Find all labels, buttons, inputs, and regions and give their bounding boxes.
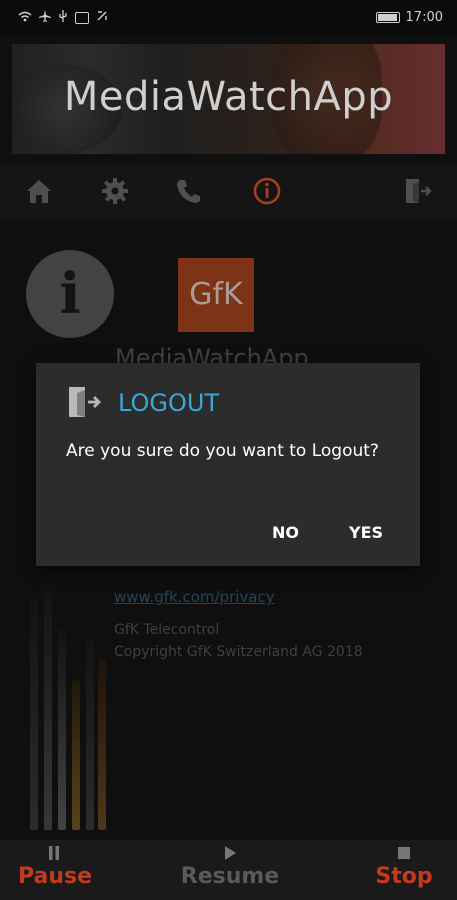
wifi-icon bbox=[18, 11, 32, 26]
pause-icon bbox=[49, 846, 59, 860]
resume-button[interactable]: Resume bbox=[180, 846, 280, 889]
notification-icon bbox=[75, 12, 89, 24]
stop-icon bbox=[398, 847, 410, 859]
resume-label: Resume bbox=[180, 864, 280, 889]
no-button[interactable]: NO bbox=[272, 523, 299, 542]
data-saver-icon bbox=[96, 10, 108, 26]
airplane-icon bbox=[39, 10, 51, 26]
status-icons-left bbox=[18, 10, 108, 26]
usb-icon bbox=[58, 10, 68, 26]
stop-label: Stop bbox=[375, 864, 433, 889]
app-title: MediaWatchApp bbox=[63, 74, 394, 120]
stop-button[interactable]: Stop bbox=[372, 846, 436, 889]
pause-button[interactable]: Pause bbox=[18, 846, 93, 889]
battery-icon bbox=[375, 12, 400, 23]
yes-button[interactable]: YES bbox=[349, 523, 383, 542]
bottom-control-bar: Pause Resume Stop bbox=[0, 840, 457, 900]
logout-dialog: LOGOUT Are you sure do you want to Logou… bbox=[36, 363, 420, 566]
status-bar: 17:00 bbox=[0, 0, 457, 36]
status-icons-right: 17:00 bbox=[375, 10, 443, 25]
status-time: 17:00 bbox=[405, 10, 443, 25]
pause-label: Pause bbox=[18, 864, 93, 889]
play-icon bbox=[225, 846, 236, 860]
dialog-message: Are you sure do you want to Logout? bbox=[66, 441, 379, 461]
logout-icon bbox=[66, 385, 102, 419]
dialog-title: LOGOUT bbox=[118, 389, 220, 417]
